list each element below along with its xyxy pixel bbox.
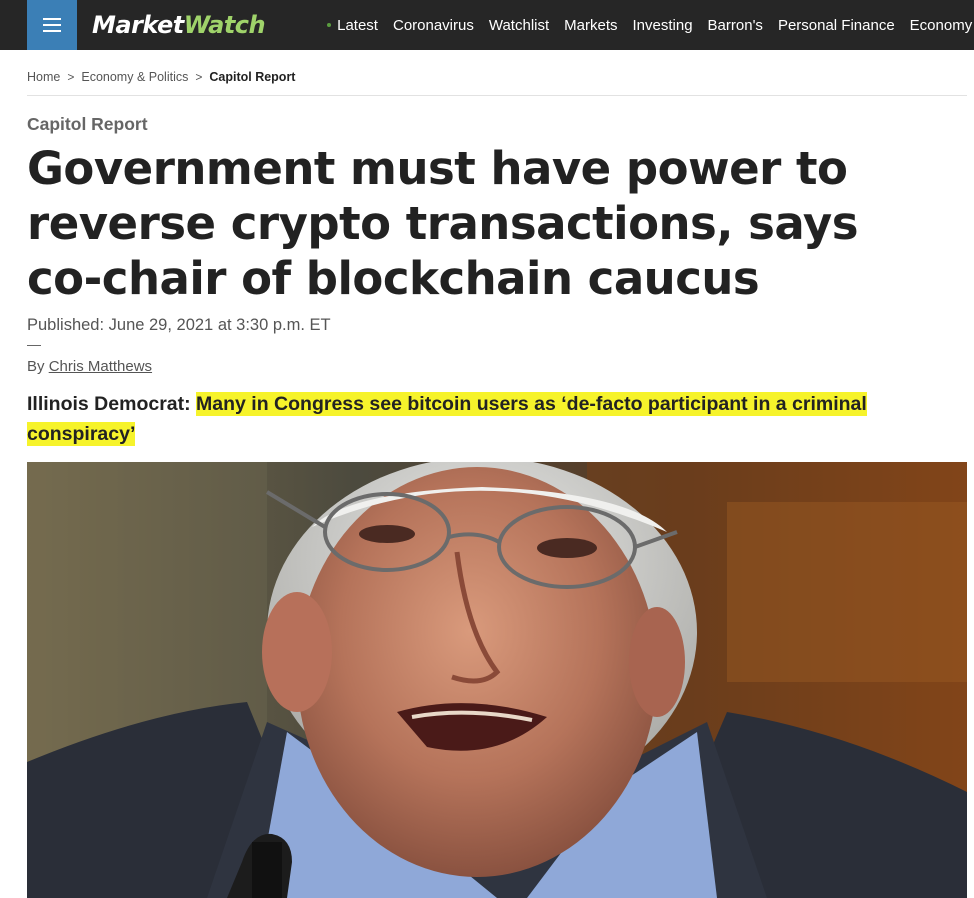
nav-item-investing[interactable]: Investing — [633, 17, 693, 34]
article-headline: Government must have power to reverse cr… — [27, 142, 859, 305]
published-timestamp: Published: June 29, 2021 at 3:30 p.m. ET — [27, 316, 331, 334]
breadcrumb-separator: > — [195, 70, 203, 84]
nav-item-coronavirus[interactable]: Coronavirus — [393, 17, 474, 34]
main-nav: Latest Coronavirus Watchlist Markets Inv… — [327, 17, 974, 34]
nav-item-markets[interactable]: Markets — [564, 17, 617, 34]
live-dot-icon — [327, 23, 332, 27]
portrait-illustration — [27, 462, 967, 898]
nav-item-economy[interactable]: Economy — [910, 17, 973, 34]
breadcrumb-home[interactable]: Home — [27, 70, 60, 84]
nav-item-latest[interactable]: Latest — [337, 17, 378, 34]
author-link[interactable]: Chris Matthews — [49, 358, 152, 375]
nav-item-personal-finance[interactable]: Personal Finance — [778, 17, 895, 34]
breadcrumb-economy-politics[interactable]: Economy & Politics — [81, 70, 188, 84]
breadcrumb-capitol-report[interactable]: Capitol Report — [209, 70, 295, 84]
hamburger-menu-icon[interactable] — [27, 0, 77, 50]
byline-prefix: By — [27, 358, 45, 375]
article-lead-photo — [27, 462, 967, 898]
top-nav-bar: MarketWatch Latest Coronavirus Watchlist… — [0, 0, 974, 50]
article-kicker[interactable]: Capitol Report — [27, 114, 148, 135]
article-subhead: Illinois Democrat: Many in Congress see … — [27, 389, 927, 449]
breadcrumb-separator: > — [67, 70, 75, 84]
nav-item-barrons[interactable]: Barron's — [708, 17, 763, 34]
byline-divider — [27, 345, 41, 346]
breadcrumb: Home > Economy & Politics > Capitol Repo… — [27, 70, 967, 96]
byline: By Chris Matthews — [27, 358, 152, 375]
marketwatch-logo[interactable]: MarketWatch — [92, 11, 266, 39]
subhead-lead: Illinois Democrat: — [27, 393, 191, 415]
nav-item-watchlist[interactable]: Watchlist — [489, 17, 549, 34]
